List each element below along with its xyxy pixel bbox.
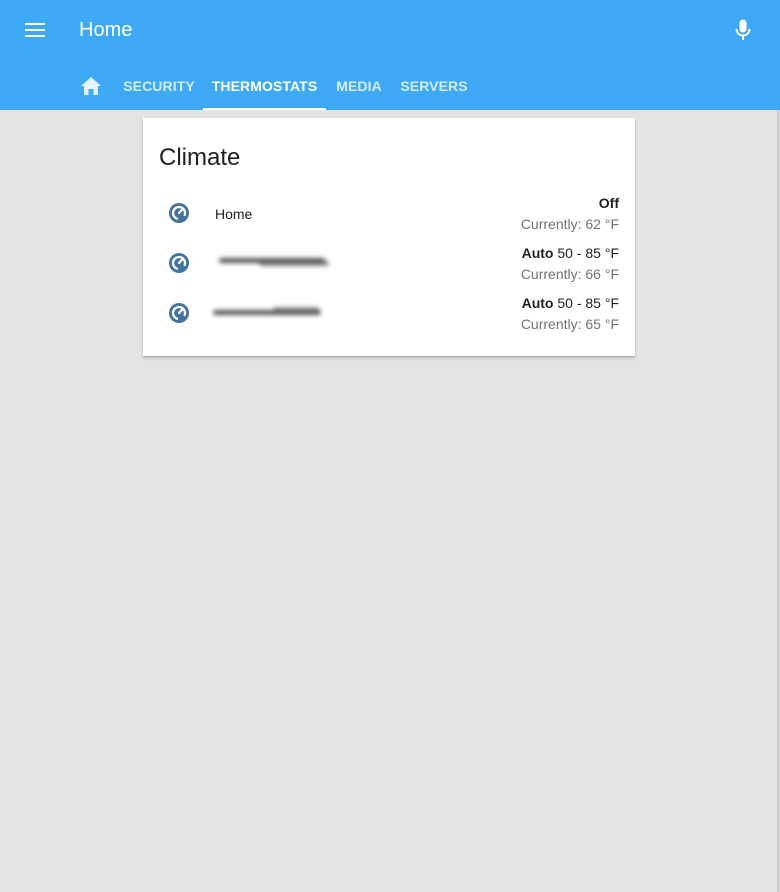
hvac-mode: Auto <box>521 245 554 261</box>
card-title: Climate <box>159 144 241 171</box>
home-icon <box>81 77 101 95</box>
thermostat-icon <box>169 203 189 223</box>
target-range: 50 - 85 °F <box>553 245 619 261</box>
current-temperature: Currently: 65 °F <box>520 316 619 332</box>
thermostat-row-2[interactable]: Auto 50 - 85 °F Currently: 66 °F <box>143 240 635 284</box>
thermostat-row-home[interactable]: Home Off Currently: 62 °F <box>143 190 635 234</box>
tab-label: SECURITY <box>123 78 195 94</box>
thermostat-row-3[interactable]: Auto 50 - 85 °F Currently: 65 °F <box>143 290 635 334</box>
tab-label: THERMOSTATS <box>211 78 318 94</box>
climate-card: Climate Home Off Currently: 62 °F Auto 5… <box>143 118 635 356</box>
entity-name: Home <box>215 206 253 222</box>
active-tab-indicator <box>203 108 326 110</box>
target-range: 50 - 85 °F <box>553 295 619 311</box>
state-line: Auto 50 - 85 °F <box>521 293 619 314</box>
tab-home[interactable] <box>76 62 106 110</box>
tab-label: SERVERS <box>400 78 468 94</box>
redacted-name <box>213 302 325 322</box>
hvac-mode: Off <box>598 195 619 211</box>
current-temperature: Currently: 62 °F <box>520 216 619 232</box>
redacted-name <box>219 252 331 272</box>
menu-icon <box>25 23 45 37</box>
entity-state: Auto 50 - 85 °F Currently: 66 °F <box>521 243 619 285</box>
tab-thermostats[interactable]: THERMOSTATS <box>203 62 326 110</box>
hvac-mode: Auto <box>521 295 554 311</box>
tab-label: MEDIA <box>336 78 382 94</box>
view-tabs: SECURITY THERMOSTATS MEDIA SERVERS <box>0 62 780 110</box>
voice-command-button[interactable] <box>731 16 755 44</box>
tab-security[interactable]: SECURITY <box>115 62 203 110</box>
tab-servers[interactable]: SERVERS <box>392 62 476 110</box>
current-temperature: Currently: 66 °F <box>520 266 619 282</box>
thermostat-icon <box>169 303 189 323</box>
state-line: Auto 50 - 85 °F <box>521 243 619 264</box>
state-line: Off <box>521 193 619 214</box>
entity-state: Auto 50 - 85 °F Currently: 65 °F <box>521 293 619 335</box>
page-title: Home <box>79 19 133 41</box>
entity-state: Off Currently: 62 °F <box>521 193 619 235</box>
app-toolbar: Home SECURITY THERMOSTATS MEDIA SERVERS <box>0 0 780 110</box>
thermostat-icon <box>169 253 189 273</box>
microphone-icon <box>735 19 751 40</box>
tab-media[interactable]: MEDIA <box>326 62 392 110</box>
menu-button[interactable] <box>22 18 48 42</box>
